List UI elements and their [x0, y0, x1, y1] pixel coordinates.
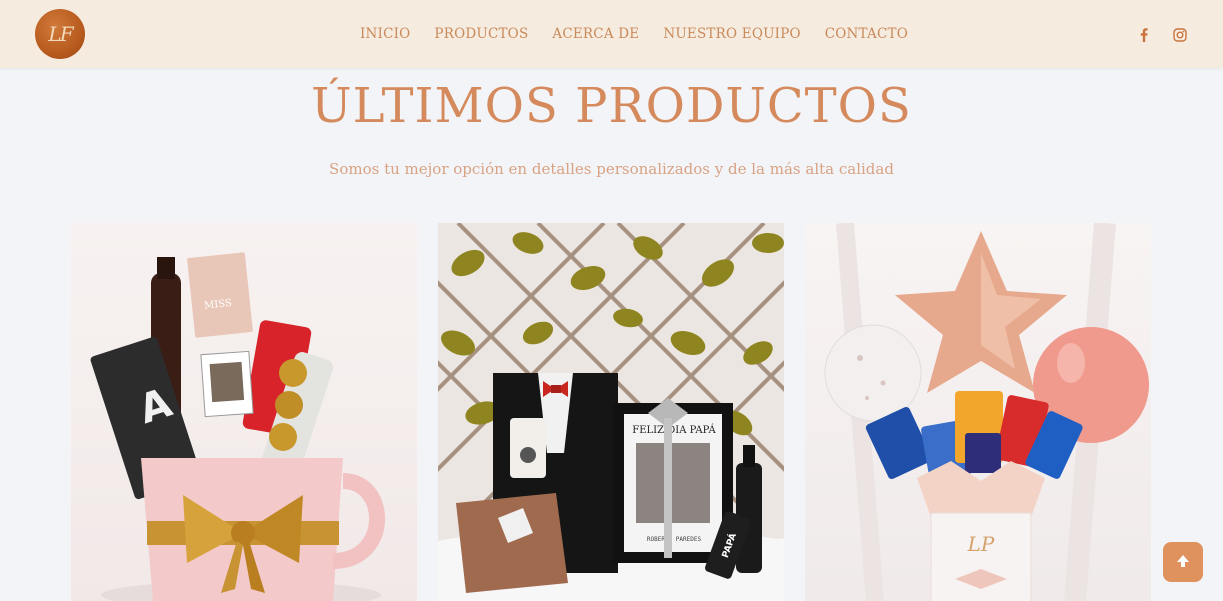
nav-inicio[interactable]: INICIO: [360, 26, 410, 42]
brand-logo[interactable]: LF: [35, 9, 85, 59]
section-subtitle: Somos tu mejor opción en detalles person…: [329, 160, 894, 178]
product-image-balloon-bouquet: LP: [824, 223, 1149, 601]
product-image-mug-gift: MISS A: [90, 252, 385, 601]
site-header: LF INICIO PRODUCTOS ACERCA DE NUESTRO EQ…: [0, 0, 1223, 68]
product-card-fathers-day[interactable]: FELIZ DIA PAPÁ ROBERTO PAREDES PAPÁ: [438, 223, 784, 601]
nav-productos[interactable]: PRODUCTOS: [434, 26, 528, 42]
nav-contacto[interactable]: CONTACTO: [825, 26, 908, 42]
frame-text: FELIZ DIA PAPÁ: [632, 424, 716, 436]
nav-nuestro-equipo[interactable]: NUESTRO EQUIPO: [663, 26, 800, 42]
social-links: [1137, 0, 1187, 68]
product-image-fathers-day: FELIZ DIA PAPÁ ROBERTO PAREDES PAPÁ: [438, 223, 784, 601]
section-title: ÚLTIMOS PRODUCTOS: [311, 78, 912, 134]
product-card-mug-gift[interactable]: MISS A: [71, 223, 417, 601]
nav-acerca-de[interactable]: ACERCA DE: [552, 26, 639, 42]
box-logo-text: LP: [967, 532, 995, 556]
instagram-icon[interactable]: [1173, 27, 1187, 42]
main-nav: INICIO PRODUCTOS ACERCA DE NUESTRO EQUIP…: [360, 0, 908, 68]
scroll-to-top-button[interactable]: [1163, 542, 1203, 582]
facebook-icon[interactable]: [1137, 27, 1151, 42]
logo-text: LF: [48, 22, 73, 46]
frame-name-text: ROBERTO PAREDES: [647, 536, 702, 543]
arrow-up-icon: [1175, 553, 1191, 572]
product-card-balloon-bouquet[interactable]: LP: [805, 223, 1151, 601]
